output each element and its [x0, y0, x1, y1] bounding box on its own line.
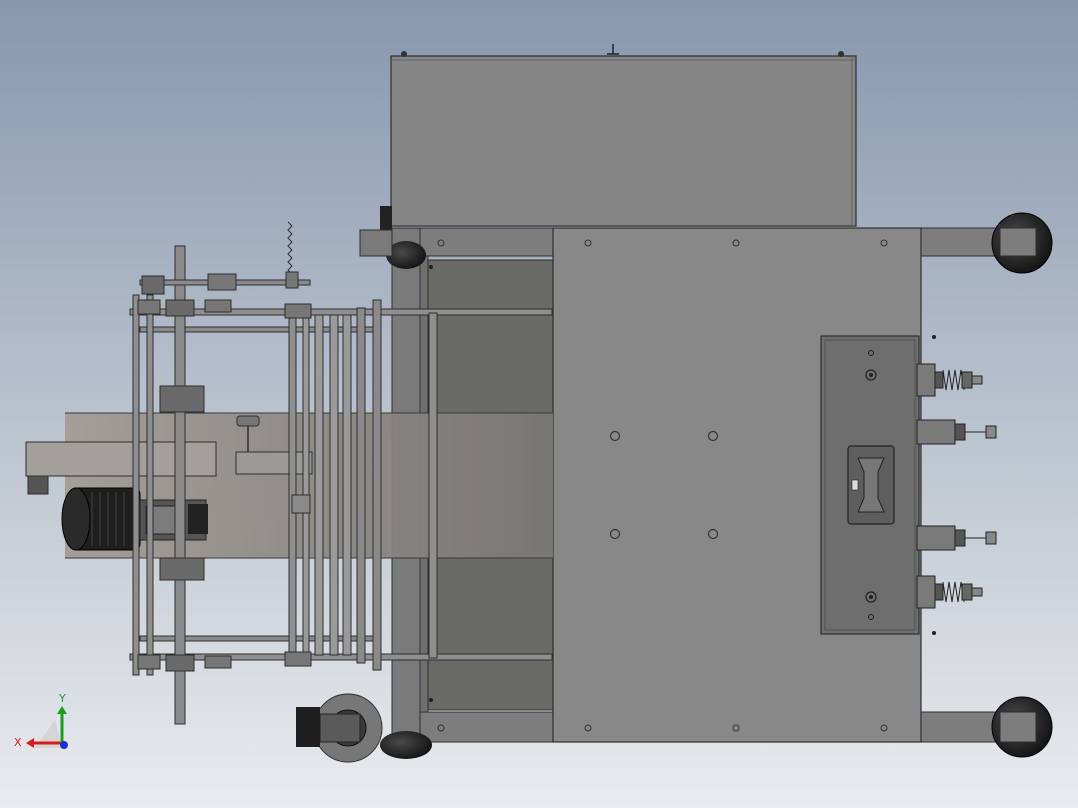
- upper-housing: [380, 44, 857, 230]
- x-axis-label: X: [14, 736, 22, 749]
- wheel-bottom-left: [380, 731, 432, 759]
- cad-viewport[interactable]: X Y: [0, 0, 1078, 808]
- z-axis-dot: [60, 741, 68, 749]
- y-axis-label: Y: [58, 692, 66, 705]
